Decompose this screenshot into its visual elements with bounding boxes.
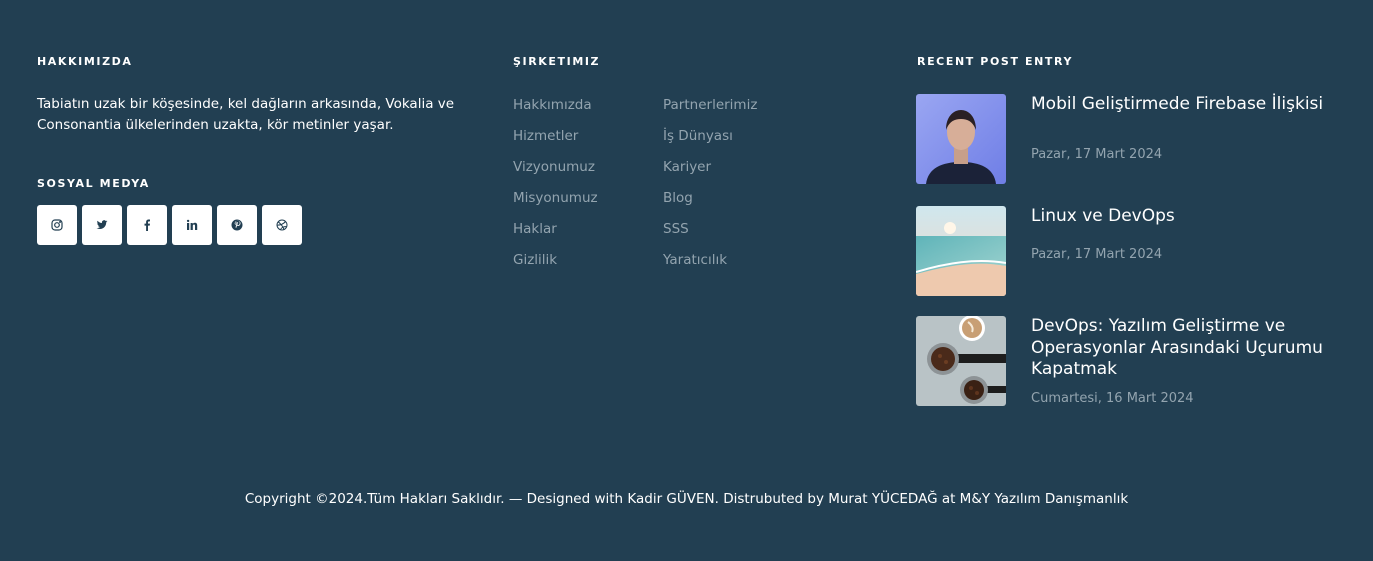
footer-link-haklar[interactable]: Haklar	[513, 221, 557, 237]
dribbble-button[interactable]	[262, 205, 302, 245]
footer-link-sss[interactable]: SSS	[663, 221, 689, 237]
pinterest-button[interactable]	[217, 205, 257, 245]
footer-link-blog[interactable]: Blog	[663, 190, 693, 206]
recent-post-item: DevOps: Yazılım Geliştirme ve Operasyonl…	[916, 316, 1346, 406]
post-thumbnail[interactable]	[916, 206, 1006, 296]
list-item: Haklar	[513, 218, 598, 249]
post-thumbnail[interactable]	[916, 316, 1006, 406]
footer-link-gizlilik[interactable]: Gizlilik	[513, 252, 557, 268]
portrait-image	[916, 94, 1006, 184]
twitter-button[interactable]	[82, 205, 122, 245]
facebook-icon	[144, 219, 150, 231]
beach-image	[916, 206, 1006, 296]
list-item: İş Dünyası	[663, 125, 757, 156]
dribbble-icon	[276, 219, 288, 231]
list-item: Blog	[663, 187, 757, 218]
company-links-right: Partnerlerimiz İş Dünyası Kariyer Blog S…	[663, 94, 757, 280]
company-heading: ŞIRKETIMIZ	[513, 55, 601, 68]
footer-link-kariyer[interactable]: Kariyer	[663, 159, 711, 175]
list-item: Misyonumuz	[513, 187, 598, 218]
post-date: Cumartesi, 16 Mart 2024	[1031, 391, 1194, 406]
facebook-button[interactable]	[127, 205, 167, 245]
recent-posts-heading: RECENT POST ENTRY	[917, 55, 1074, 68]
pinterest-icon	[231, 219, 243, 231]
about-heading: HAKKIMIZDA	[37, 55, 133, 68]
post-date: Pazar, 17 Mart 2024	[1031, 247, 1163, 262]
company-links-left: Hakkımızda Hizmetler Vizyonumuz Misyonum…	[513, 94, 598, 280]
linkedin-icon	[186, 219, 198, 230]
instagram-button[interactable]	[37, 205, 77, 245]
footer-link-hizmetler[interactable]: Hizmetler	[513, 128, 578, 144]
coffee-image	[916, 316, 1006, 406]
twitter-icon	[96, 220, 108, 229]
about-text: Tabiatın uzak bir köşesinde, kel dağları…	[37, 96, 455, 133]
recent-post-item: Mobil Geliştirmede Firebase İlişkisi Paz…	[916, 94, 1346, 184]
list-item: Vizyonumuz	[513, 156, 598, 187]
instagram-icon	[51, 219, 63, 231]
post-title[interactable]: Linux ve DevOps	[1031, 206, 1341, 228]
footer-link-misyonumuz[interactable]: Misyonumuz	[513, 190, 598, 206]
footer-link-partnerlerimiz[interactable]: Partnerlerimiz	[663, 97, 757, 113]
recent-post-item: Linux ve DevOps Pazar, 17 Mart 2024	[916, 206, 1346, 296]
footer-link-is-dunyasi[interactable]: İş Dünyası	[663, 128, 733, 144]
social-heading: SOSYAL MEDYA	[37, 177, 150, 190]
post-date: Pazar, 17 Mart 2024	[1031, 147, 1163, 162]
copyright-text: Copyright ©2024.Tüm Hakları Saklıdır. — …	[244, 491, 1129, 507]
footer-link-yaraticilik[interactable]: Yaratıcılık	[663, 252, 727, 268]
social-links	[37, 205, 302, 245]
post-thumbnail[interactable]	[916, 94, 1006, 184]
list-item: Hakkımızda	[513, 94, 598, 125]
list-item: Kariyer	[663, 156, 757, 187]
list-item: Partnerlerimiz	[663, 94, 757, 125]
list-item: Yaratıcılık	[663, 249, 757, 280]
footer-link-hakkimizda[interactable]: Hakkımızda	[513, 97, 592, 113]
footer-link-vizyonumuz[interactable]: Vizyonumuz	[513, 159, 595, 175]
list-item: SSS	[663, 218, 757, 249]
list-item: Gizlilik	[513, 249, 598, 280]
linkedin-button[interactable]	[172, 205, 212, 245]
post-title[interactable]: Mobil Geliştirmede Firebase İlişkisi	[1031, 94, 1341, 116]
list-item: Hizmetler	[513, 125, 598, 156]
post-title[interactable]: DevOps: Yazılım Geliştirme ve Operasyonl…	[1031, 316, 1341, 381]
